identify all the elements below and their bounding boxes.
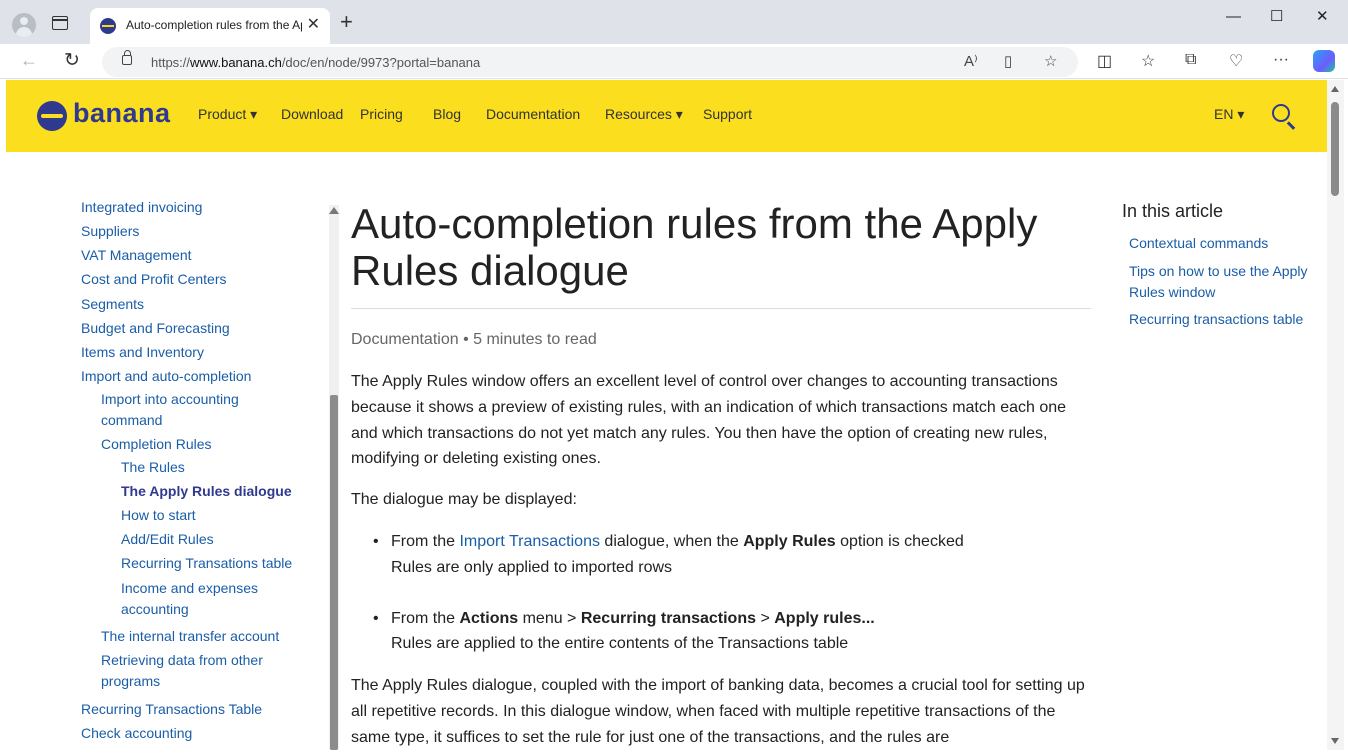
search-icon[interactable] — [1272, 104, 1290, 122]
tab-actions-icon[interactable] — [52, 16, 68, 30]
read-aloud-icon[interactable]: A⁾ — [964, 52, 978, 70]
reload-icon[interactable]: ↻ — [64, 49, 80, 72]
sidebar-item-integrated-invoicing[interactable]: Integrated invoicing — [81, 197, 202, 218]
sidebar-item-retrieving-data[interactable]: Retrieving data from other programs — [101, 650, 291, 692]
browser-toolbar: ← ↻ https://www.banana.ch/doc/en/node/99… — [0, 44, 1348, 79]
page-scroll-down-icon[interactable] — [1331, 738, 1339, 744]
profile-avatar-icon[interactable] — [12, 13, 36, 37]
minimize-window-icon[interactable]: — — [1226, 8, 1241, 26]
bullet-dot-1: • — [373, 533, 379, 550]
menu-blog[interactable]: Blog — [433, 106, 461, 122]
language-selector[interactable]: EN ▾ — [1214, 106, 1244, 123]
menu-documentation[interactable]: Documentation — [486, 106, 580, 122]
menu-product[interactable]: Product ▾ — [198, 106, 257, 123]
sidebar-scroll-thumb[interactable] — [330, 395, 338, 750]
sidebar-item-how-to-start[interactable]: How to start — [121, 505, 196, 526]
sidebar-item-vat-management[interactable]: VAT Management — [81, 245, 192, 266]
sidebar-item-the-rules[interactable]: The Rules — [121, 457, 185, 478]
page-title: Auto-completion rules from the Apply Rul… — [351, 200, 1038, 294]
bullet-2-line: From the Actions menu > Recurring transa… — [391, 610, 875, 627]
title-divider — [351, 308, 1091, 309]
sidebar-item-suppliers[interactable]: Suppliers — [81, 221, 139, 242]
browser-tab-active[interactable]: Auto-completion rules from the Apply Rul… — [90, 8, 330, 44]
menu-download[interactable]: Download — [281, 106, 343, 122]
scroll-up-arrow-icon[interactable] — [329, 207, 339, 214]
toc-link-recurring-transactions[interactable]: Recurring transactions table — [1129, 309, 1303, 330]
banana-logo-icon[interactable] — [37, 101, 67, 131]
banana-favicon-icon — [100, 18, 116, 34]
close-window-icon[interactable]: ✕ — [1316, 8, 1329, 26]
bullet-dot-2: • — [373, 610, 379, 627]
sidebar-item-items-inventory[interactable]: Items and Inventory — [81, 342, 204, 363]
toc-link-tips[interactable]: Tips on how to use the Apply Rules windo… — [1129, 261, 1319, 303]
sidebar-item-cost-profit-centers[interactable]: Cost and Profit Centers — [81, 269, 227, 290]
sidebar-scrollbar[interactable] — [329, 205, 339, 750]
menu-resources[interactable]: Resources ▾ — [605, 106, 683, 123]
bullet-1-subline: Rules are only applied to imported rows — [391, 559, 673, 576]
split-screen-icon[interactable]: ◫ — [1097, 51, 1112, 71]
sidebar-item-check-accounting[interactable]: Check accounting — [81, 723, 192, 744]
address-bar[interactable]: https://www.banana.ch/doc/en/node/9973?p… — [102, 47, 1078, 77]
import-transactions-link[interactable]: Import Transactions — [459, 533, 600, 550]
page-scroll-up-icon[interactable] — [1331, 86, 1339, 92]
sidebar-item-import-into-accounting[interactable]: Import into accounting command — [101, 389, 281, 431]
article-meta: Documentation • 5 minutes to read — [351, 331, 597, 348]
sidebar-item-recurring-transations-table[interactable]: Recurring Transations table — [121, 553, 292, 574]
sidebar-item-income-expenses-accounting[interactable]: Income and expenses accounting — [121, 578, 281, 620]
site-header: banana Product ▾ Download Pricing Blog D… — [6, 80, 1327, 152]
menu-pricing[interactable]: Pricing — [360, 106, 403, 122]
sidebar-item-budget-forecasting[interactable]: Budget and Forecasting — [81, 318, 230, 339]
sidebar-item-apply-rules-dialogue[interactable]: The Apply Rules dialogue — [121, 481, 292, 502]
browser-essentials-icon[interactable]: ♡ — [1229, 51, 1243, 71]
bullet-1-line: From the Import Transactions dialogue, w… — [391, 533, 964, 550]
copilot-icon[interactable] — [1313, 50, 1335, 72]
sidebar-item-import-auto-completion[interactable]: Import and auto-completion — [81, 366, 251, 387]
tab-title: Auto-completion rules from the Apply Rul… — [126, 18, 302, 32]
logo-text[interactable]: banana — [73, 98, 171, 129]
apply-rules-paragraph: The Apply Rules dialogue, coupled with t… — [351, 677, 1085, 746]
intro-paragraph: The Apply Rules window offers an excelle… — [351, 373, 1067, 468]
page-scrollbar[interactable] — [1327, 80, 1344, 750]
sidebar-item-completion-rules[interactable]: Completion Rules — [101, 434, 212, 455]
collections-icon[interactable]: ⧉ — [1185, 51, 1196, 69]
sidebar-item-recurring-transactions-table[interactable]: Recurring Transactions Table — [81, 699, 262, 720]
toc-link-contextual-commands[interactable]: Contextual commands — [1129, 233, 1268, 254]
lock-icon[interactable] — [122, 50, 132, 65]
menu-support[interactable]: Support — [703, 106, 752, 122]
sidebar-item-add-edit-rules[interactable]: Add/Edit Rules — [121, 529, 214, 550]
bullet-2-subline: Rules are applied to the entire contents… — [391, 635, 849, 652]
maximize-window-icon[interactable]: ☐ — [1270, 8, 1283, 26]
toc-title: In this article — [1122, 201, 1224, 221]
more-options-icon[interactable]: ··· — [1273, 51, 1289, 69]
favorite-star-icon[interactable]: ☆ — [1044, 52, 1057, 70]
browser-tab-bar: Auto-completion rules from the Apply Rul… — [0, 0, 1348, 44]
page-scroll-thumb[interactable] — [1331, 102, 1339, 196]
close-tab-icon[interactable]: ✕ — [307, 16, 320, 34]
sidebar-nav: Integrated invoicing Suppliers VAT Manag… — [0, 152, 330, 756]
new-tab-button[interactable]: + — [340, 11, 353, 33]
favorites-icon[interactable]: ☆ — [1141, 51, 1155, 71]
immersive-reader-icon[interactable]: ▯ — [1004, 52, 1012, 70]
url-text[interactable]: https://www.banana.ch/doc/en/node/9973?p… — [151, 55, 480, 70]
sidebar-item-segments[interactable]: Segments — [81, 294, 144, 315]
back-arrow-icon[interactable]: ← — [20, 50, 38, 71]
display-intro-paragraph: The dialogue may be displayed: — [351, 491, 577, 508]
sidebar-item-internal-transfer-account[interactable]: The internal transfer account — [101, 626, 279, 647]
